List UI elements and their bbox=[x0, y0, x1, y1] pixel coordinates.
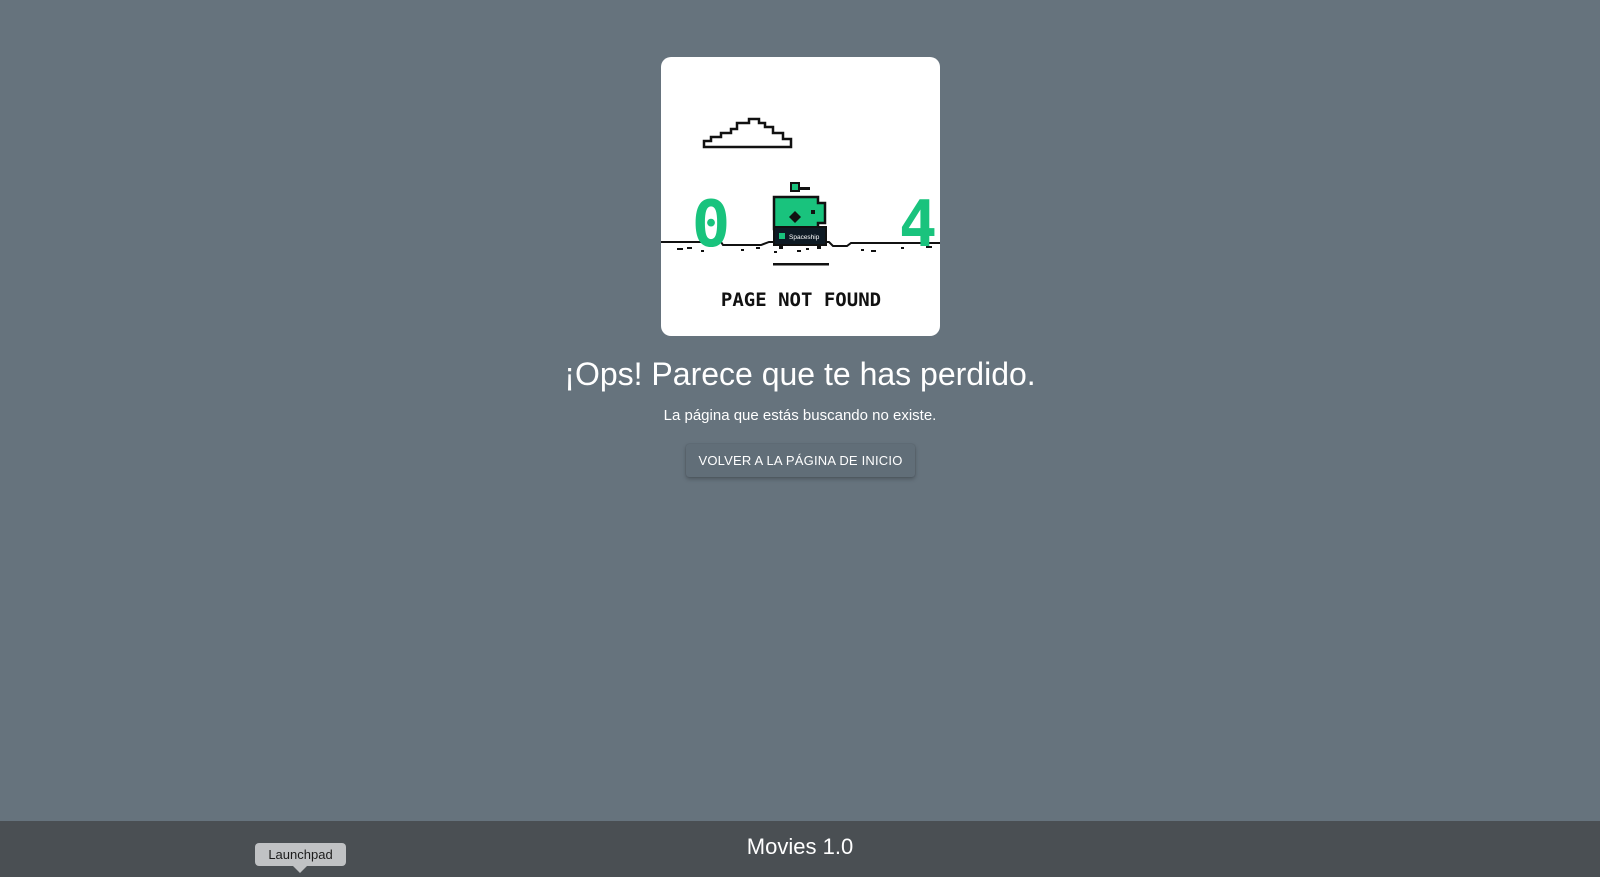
page-not-found-illustration: 0 4 Spaceship PAGE NOT FOUND bbox=[661, 117, 940, 311]
cloud-icon bbox=[702, 117, 793, 149]
page-subtitle: La página que estás buscando no existe. bbox=[663, 407, 937, 424]
digit-right: 4 bbox=[899, 188, 938, 262]
spaceship-label: Spaceship bbox=[789, 234, 820, 241]
launchpad-tooltip: Launchpad bbox=[255, 843, 346, 866]
illustration-caption: PAGE NOT FOUND bbox=[721, 289, 881, 311]
digit-left: 0 bbox=[692, 188, 731, 262]
tooltip-arrow bbox=[293, 866, 307, 873]
error-illustration: 0 4 Spaceship PAGE NOT FOUND bbox=[661, 57, 940, 336]
not-found-page: 0 4 Spaceship PAGE NOT FOUND ¡Ops! Parec… bbox=[0, 0, 1600, 877]
spaceship-robot-icon: Spaceship bbox=[772, 182, 829, 266]
back-to-home-button[interactable]: VOLVER A LA PÁGINA DE INICIO bbox=[686, 444, 915, 477]
footer-bar: Movies 1.0 bbox=[0, 821, 1600, 877]
app-title: Movies 1.0 bbox=[746, 834, 854, 859]
page-title: ¡Ops! Parece que te has perdido. bbox=[564, 356, 1036, 392]
